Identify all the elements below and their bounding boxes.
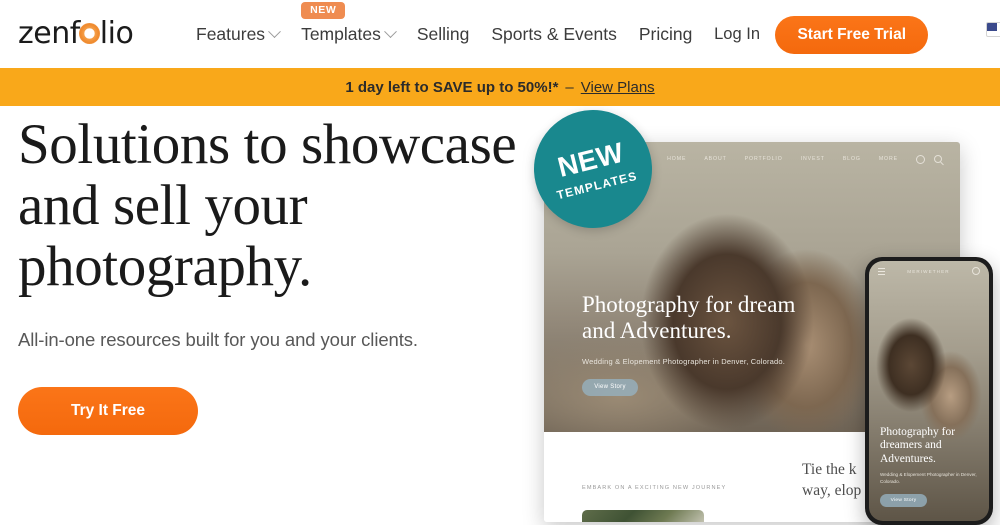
view-plans-link[interactable]: View Plans	[581, 79, 655, 96]
mockup-view-story-button[interactable]: View Story	[582, 378, 638, 396]
phone-brand-name: MERIWETHER	[907, 268, 950, 274]
mockup-nav-portfolio[interactable]: PORTFOLIO	[745, 156, 783, 162]
phone-nav: MERIWETHER	[869, 261, 989, 281]
promo-banner-text: 1 day left to SAVE up to 50%!*	[345, 78, 559, 96]
zenfolio-logo[interactable]: zenf lio	[18, 16, 134, 51]
new-badge: NEW	[301, 1, 346, 19]
phone-screen: MERIWETHER Photography for dreamers and …	[869, 261, 989, 521]
phone-hero-subtitle: Wedding & Elopement Photographer in Denv…	[880, 472, 977, 485]
nav-label-selling: Selling	[416, 23, 470, 44]
logo-text-first: zenf	[18, 16, 80, 51]
main-nav: Features NEW Templates Selling Sports & …	[196, 0, 692, 68]
search-icon[interactable]	[934, 155, 942, 163]
mockup-nav-home[interactable]: HOME	[667, 156, 686, 162]
logo-text-last: lio	[99, 16, 134, 51]
account-circle-icon[interactable]	[971, 267, 980, 275]
nav-item-pricing[interactable]: Pricing	[639, 24, 693, 45]
mockup-nav-blog[interactable]: BLOG	[843, 156, 861, 162]
try-it-free-button[interactable]: Try It Free	[18, 386, 198, 435]
page-title: Solutions to showcase and sell your phot…	[18, 113, 517, 298]
nav-item-templates[interactable]: NEW Templates	[301, 1, 397, 45]
promo-banner: 1 day left to SAVE up to 50%!* – View Pl…	[0, 68, 1000, 106]
phone-hero-title: Photography for dreamers and Adventures.	[880, 425, 956, 465]
mockup-hero-title-line2: and Adventures.	[582, 318, 732, 344]
nav-label-sports-events: Sports & Events	[491, 23, 617, 44]
promo-banner-dash: –	[565, 78, 574, 96]
mockup-nav-invest[interactable]: INVEST	[801, 156, 825, 162]
us-flag-icon[interactable]	[986, 22, 1000, 37]
hero-content: Solutions to showcase and sell your phot…	[18, 114, 518, 435]
phone-view-story-button[interactable]: View Story	[880, 494, 927, 507]
mockup-nav-icons	[916, 154, 942, 164]
mobile-template-mockup[interactable]: MERIWETHER Photography for dreamers and …	[865, 257, 993, 525]
logo-o-icon	[78, 21, 101, 44]
nav-item-sports-events[interactable]: Sports & Events	[491, 24, 616, 45]
mockup-hero-title-line1: Photography for dream	[582, 292, 796, 317]
nav-label-pricing: Pricing	[638, 23, 693, 44]
nav-item-selling[interactable]: Selling	[417, 24, 470, 45]
chevron-down-icon	[268, 24, 281, 38]
chevron-down-icon	[383, 24, 397, 38]
hamburger-icon[interactable]	[878, 267, 885, 275]
template-preview-area: HOME ABOUT PORTFOLIO INVEST BLOG MORE Ph…	[520, 97, 1000, 525]
mockup-section-thumbnail	[582, 510, 704, 522]
nav-label-templates: Templates	[301, 23, 381, 44]
mockup-nav-more[interactable]: MORE	[879, 156, 898, 162]
nav-item-features[interactable]: Features	[196, 23, 281, 45]
mockup-nav-about[interactable]: ABOUT	[704, 156, 726, 162]
phone-hero-text: Photography for dreamers and Adventures.…	[880, 426, 984, 507]
start-free-trial-button[interactable]: Start Free Trial	[775, 16, 928, 54]
mockup-hero-subtitle: Wedding & Elopement Photographer in Denv…	[582, 356, 786, 366]
hero-subtitle: All-in-one resources built for you and y…	[18, 328, 418, 350]
mockup-section-kicker: EMBARK ON A EXCITING NEW JOURNEY	[582, 485, 727, 491]
site-header: zenf lio Features NEW Templates Selling …	[0, 0, 1000, 68]
nav-label-features: Features	[196, 23, 266, 44]
mockup-hero-text: Photography for dream and Adventures. We…	[582, 292, 912, 396]
cart-icon[interactable]	[916, 154, 925, 164]
log-in-link[interactable]: Log In	[714, 25, 760, 44]
